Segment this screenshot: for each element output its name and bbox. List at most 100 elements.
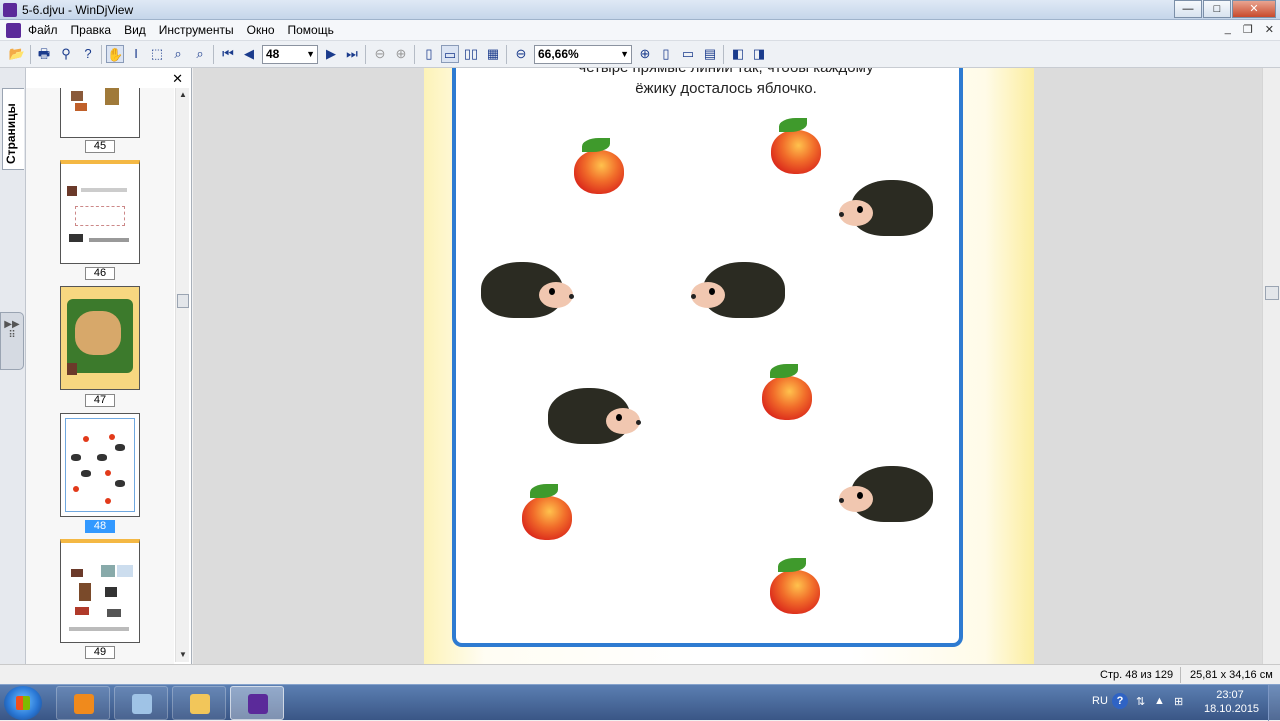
close-panel-icon[interactable]: ✕: [172, 71, 183, 87]
page-text: четыре прямые линии так, чтобы каждому ё…: [516, 68, 936, 99]
windows-flag-icon[interactable]: ⊞: [1174, 695, 1183, 708]
thumbnails-panel: ✕ 45 46 47 48 49 ▲ ▼: [26, 68, 192, 664]
scroll-up-icon[interactable]: ▲: [176, 88, 190, 102]
thumbnail-label-selected[interactable]: 48: [85, 520, 115, 533]
continuous-page-icon[interactable]: ▭: [441, 45, 459, 63]
taskbar-media-player[interactable]: [56, 686, 110, 720]
find-binoculars-icon[interactable]: ⚲: [57, 45, 75, 63]
page-number-combo[interactable]: 48 ▼: [262, 45, 318, 64]
tab-pages-label: Страницы: [4, 103, 18, 164]
document-scrollbar[interactable]: [1262, 68, 1280, 664]
media-player-icon: [74, 694, 94, 714]
zoom-icon[interactable]: ⌕: [169, 45, 187, 63]
mdi-minimize-icon[interactable]: _: [1225, 23, 1231, 36]
window-controls: — □ ✕: [1173, 0, 1276, 18]
mdi-close-icon[interactable]: ✕: [1265, 23, 1274, 36]
thumbnail-page-46[interactable]: [60, 160, 140, 264]
zoom-out-icon[interactable]: ⊖: [512, 45, 530, 63]
toolbar-separator: [506, 45, 507, 64]
mdi-restore-icon[interactable]: ❐: [1243, 23, 1253, 36]
network-sync-icon[interactable]: ⇅: [1136, 695, 1145, 708]
document-page: четыре прямые линии так, чтобы каждому ё…: [424, 68, 1034, 664]
thumbnail-label[interactable]: 45: [85, 140, 115, 153]
thumbnail-page-47[interactable]: [60, 286, 140, 390]
zoom-rect-icon[interactable]: ⌕: [191, 45, 209, 63]
back-icon[interactable]: ⊖: [371, 45, 389, 63]
clock-date: 18.10.2015: [1204, 703, 1260, 715]
minimize-icon[interactable]: —: [1174, 0, 1202, 18]
menu-help[interactable]: Помощь: [288, 23, 334, 37]
menu-window[interactable]: Окно: [247, 23, 275, 37]
zoom-combo[interactable]: 66,66% ▼: [534, 45, 632, 64]
chevron-down-icon[interactable]: ▼: [620, 46, 629, 63]
language-indicator[interactable]: RU: [1092, 695, 1108, 707]
apple-image: [771, 118, 821, 174]
collapse-sidebar-handle[interactable]: ▶▶ ⠿: [0, 312, 24, 370]
page-number-value: 48: [266, 47, 280, 61]
document-view[interactable]: четыре прямые линии так, чтобы каждому ё…: [193, 68, 1262, 664]
first-page-icon[interactable]: ⏮: [219, 45, 237, 63]
prev-page-icon[interactable]: ◀: [240, 45, 258, 63]
window-title: 5-6.djvu - WinDjView: [22, 3, 134, 17]
menu-file[interactable]: Файл: [28, 23, 58, 37]
scrollbar-thumb[interactable]: [177, 294, 189, 308]
thumbnail-label[interactable]: 49: [85, 646, 115, 659]
taskbar-calculator[interactable]: [114, 686, 168, 720]
apple-image: [762, 364, 812, 420]
clock[interactable]: 23:07 18.10.2015: [1204, 688, 1260, 716]
display-layers-icon[interactable]: ◨: [750, 45, 768, 63]
thumbnail-label[interactable]: 47: [85, 394, 115, 407]
fit-width-icon[interactable]: ▭: [679, 45, 697, 63]
hedgehog-image: [837, 180, 933, 240]
folder-icon: [190, 694, 210, 714]
chevron-down-icon[interactable]: ▼: [306, 46, 315, 63]
close-icon[interactable]: ✕: [1232, 0, 1276, 18]
document-menu-icon[interactable]: [6, 23, 21, 38]
help-question-icon[interactable]: ?: [79, 45, 97, 63]
scrollbar-thumb[interactable]: [1265, 286, 1279, 300]
hand-tool-icon[interactable]: ✋: [106, 45, 124, 63]
toolbar-separator: [365, 45, 366, 64]
toolbar-separator: [30, 45, 31, 64]
open-folder-icon[interactable]: 📂: [8, 45, 26, 63]
show-hidden-icons-icon[interactable]: ▲: [1154, 695, 1165, 707]
thumbnail-page-45[interactable]: [60, 88, 140, 138]
zoom-in-icon[interactable]: ⊕: [636, 45, 654, 63]
scroll-down-icon[interactable]: ▼: [176, 648, 190, 662]
page-frame: четыре прямые линии так, чтобы каждому ё…: [452, 68, 963, 647]
next-page-icon[interactable]: ▶: [322, 45, 340, 63]
menu-tools[interactable]: Инструменты: [159, 23, 234, 37]
windjview-app-icon[interactable]: [3, 3, 17, 17]
status-bar: Стр. 48 из 129 25,81 x 34,16 см: [0, 664, 1280, 684]
taskbar-windjview[interactable]: [230, 686, 284, 720]
text-select-icon[interactable]: I: [127, 45, 145, 63]
status-divider: [1180, 667, 1181, 683]
title-bar: 5-6.djvu - WinDjView — □ ✕: [0, 0, 1280, 20]
rect-select-icon[interactable]: ⬚: [148, 45, 166, 63]
help-icon[interactable]: ?: [1112, 693, 1128, 709]
single-page-icon[interactable]: ▯: [420, 45, 438, 63]
zoom-value: 66,66%: [538, 47, 579, 61]
facing-pages-icon[interactable]: ▯▯: [462, 45, 480, 63]
maximize-icon[interactable]: □: [1203, 0, 1231, 18]
taskbar-explorer[interactable]: [172, 686, 226, 720]
color-mode-icon[interactable]: ◧: [729, 45, 747, 63]
thumbnail-page-48[interactable]: [60, 413, 140, 517]
actual-size-icon[interactable]: ▤: [701, 45, 719, 63]
hedgehog-image: [548, 388, 644, 448]
print-icon[interactable]: 🖶: [35, 45, 53, 63]
fit-page-icon[interactable]: ▯: [657, 45, 675, 63]
thumbnail-label[interactable]: 46: [85, 267, 115, 280]
continuous-facing-icon[interactable]: ▦: [484, 45, 502, 63]
apple-image: [522, 484, 572, 540]
last-page-icon[interactable]: ⏭: [343, 45, 361, 63]
menu-edit[interactable]: Правка: [71, 23, 112, 37]
show-desktop-button[interactable]: [1268, 685, 1280, 721]
thumbnails-scrollbar[interactable]: ▲ ▼: [175, 88, 189, 662]
hedgehog-image: [689, 262, 785, 322]
start-button[interactable]: [4, 686, 42, 720]
menu-bar: Файл Правка Вид Инструменты Окно Помощь …: [0, 20, 1280, 41]
thumbnail-page-49[interactable]: [60, 539, 140, 643]
menu-view[interactable]: Вид: [124, 23, 146, 37]
forward-icon[interactable]: ⊕: [392, 45, 410, 63]
